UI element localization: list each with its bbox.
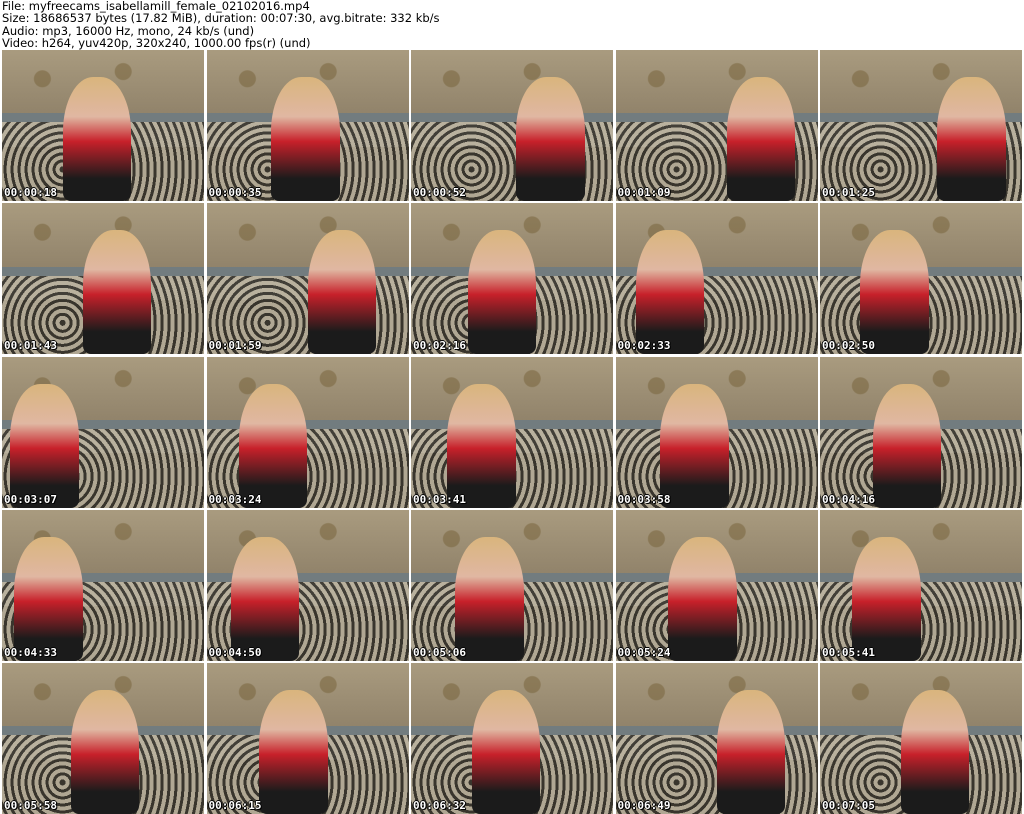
thumbnail-subject (271, 77, 340, 201)
video-thumbnail: 00:02:50 (820, 203, 1022, 355)
video-thumbnail: 00:03:58 (615, 356, 818, 508)
thumbnail-subject (62, 77, 132, 201)
thumbnail-subject (716, 690, 786, 814)
thumbnail-subject (82, 230, 152, 355)
thumbnail-timestamp: 00:02:50 (822, 339, 875, 353)
thumbnail-timestamp: 00:00:35 (208, 186, 262, 199)
thumbnail-timestamp: 00:03:58 (617, 492, 671, 506)
video-thumbnail: 00:04:16 (820, 356, 1022, 508)
thumbnail-background-wall (615, 663, 818, 736)
thumbnail-subject (872, 383, 942, 508)
thumbnail-subject (259, 690, 328, 814)
thumbnail-subject (635, 230, 705, 355)
thumbnail-subject (852, 536, 921, 661)
thumbnail-background-wall (820, 509, 1022, 583)
video-thumbnail: 00:01:59 (206, 203, 409, 355)
thumbnail-subject (467, 230, 537, 355)
thumbnail-subject (455, 536, 525, 661)
video-thumbnail: 00:00:18 (2, 50, 204, 201)
thumbnail-subject (471, 690, 541, 814)
thumbnail-subject (70, 690, 140, 814)
video-thumbnail: 00:01:09 (615, 50, 818, 201)
thumbnail-background-wall (206, 356, 409, 429)
thumbnail-timestamp: 00:00:52 (413, 186, 466, 199)
thumbnail-timestamp: 00:01:59 (208, 339, 262, 353)
thumbnail-timestamp: 00:03:41 (413, 492, 466, 506)
thumbnail-timestamp: 00:01:43 (4, 339, 57, 353)
thumbnail-subject (668, 536, 737, 661)
thumbnail-timestamp: 00:06:32 (413, 799, 466, 812)
video-thumbnail: 00:01:25 (820, 50, 1022, 201)
thumbnail-timestamp: 00:05:58 (4, 799, 57, 812)
video-thumbnail: 00:03:41 (411, 356, 613, 508)
video-thumbnail: 00:04:50 (206, 509, 409, 661)
video-thumbnail: 00:06:15 (206, 663, 409, 814)
video-thumbnail: 00:03:24 (206, 356, 409, 508)
video-thumbnail: 00:03:07 (2, 356, 204, 508)
thumbnail-subject (516, 77, 585, 201)
video-thumbnail: 00:05:58 (2, 663, 204, 814)
thumbnail-grid: 00:00:18 00:00:35 00:00:52 00:01:09 00:01:25… (2, 50, 1022, 814)
thumbnail-subject (14, 536, 83, 661)
thumbnail-timestamp: 00:06:15 (208, 799, 262, 812)
video-thumbnail: 00:00:35 (206, 50, 409, 201)
video-info-line: Video: h264, yuv420p, 320x240, 1000.00 f… (2, 35, 311, 50)
thumbnail-subject (447, 383, 517, 508)
thumbnail-timestamp: 00:02:33 (617, 339, 671, 353)
video-thumbnail: 00:02:33 (615, 203, 818, 355)
thumbnail-timestamp: 00:01:09 (617, 186, 671, 199)
thumbnail-subject (937, 77, 1006, 201)
video-thumbnail: 00:07:05 (820, 663, 1022, 814)
video-thumbnail: 00:01:43 (2, 203, 204, 355)
thumbnail-timestamp: 00:04:16 (822, 492, 875, 506)
thumbnail-timestamp: 00:02:16 (413, 339, 466, 353)
video-thumbnail: 00:05:06 (411, 509, 613, 661)
video-thumbnail: 00:04:33 (2, 509, 204, 661)
thumbnail-timestamp: 00:06:49 (617, 799, 671, 812)
thumbnail-subject (307, 230, 377, 355)
thumbnail-subject (726, 77, 796, 201)
file-size-line: Size: 18686537 bytes (17.82 MiB), durati… (2, 11, 440, 26)
video-thumbnail: 00:06:49 (615, 663, 818, 814)
thumbnail-subject (238, 383, 308, 508)
thumbnail-subject (10, 383, 79, 508)
video-thumbnail: 00:05:24 (615, 509, 818, 661)
thumbnail-timestamp: 00:05:06 (413, 645, 466, 659)
thumbnail-timestamp: 00:04:50 (208, 645, 262, 659)
thumbnail-timestamp: 00:00:18 (4, 186, 57, 199)
thumbnail-timestamp: 00:07:05 (822, 799, 875, 812)
thumbnail-timestamp: 00:01:25 (822, 186, 875, 199)
thumbnail-timestamp: 00:03:24 (208, 492, 262, 506)
thumbnail-timestamp: 00:03:07 (4, 492, 57, 506)
thumbnail-timestamp: 00:04:33 (4, 645, 57, 659)
thumbnail-subject (230, 536, 300, 661)
video-thumbnail: 00:02:16 (411, 203, 613, 355)
video-thumbnail: 00:05:41 (820, 509, 1022, 661)
thumbnail-subject (860, 230, 930, 355)
thumbnail-background-wall (206, 203, 409, 276)
thumbnail-subject (900, 690, 970, 814)
thumbnail-timestamp: 00:05:41 (822, 645, 875, 659)
thumbnail-subject (659, 383, 729, 508)
file-info-header: File: myfreecams_isabellamill_female_021… (2, 0, 1022, 50)
video-thumbnail: 00:00:52 (411, 50, 613, 201)
thumbnail-timestamp: 00:05:24 (617, 645, 671, 659)
video-thumbnail: 00:06:32 (411, 663, 613, 814)
